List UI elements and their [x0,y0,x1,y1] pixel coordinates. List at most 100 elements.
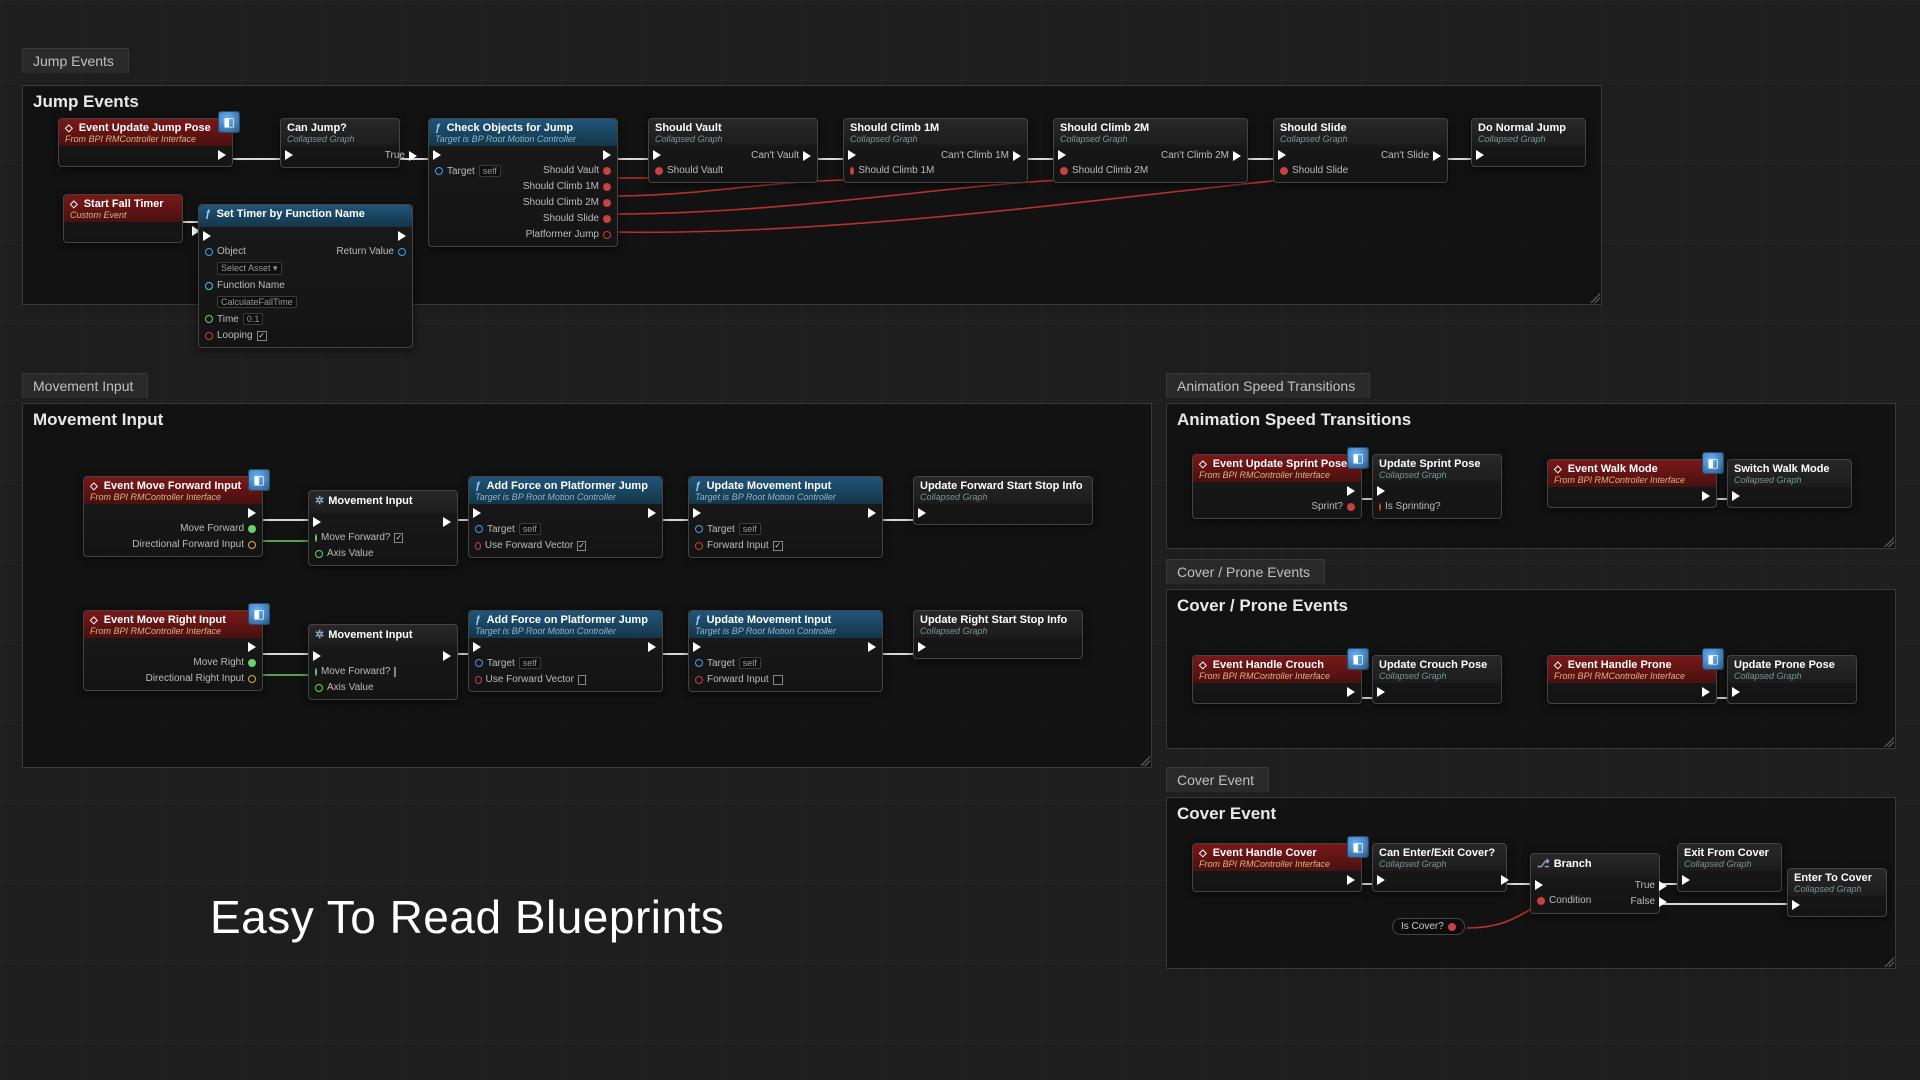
node-should-climb-2m[interactable]: Should Climb 2MCollapsed Graph Should Cl… [1053,118,1248,183]
node-set-timer-by-function-name[interactable]: Set Timer by Function Name Object Select… [198,204,413,348]
node-subtitle: Collapsed Graph [920,626,1074,636]
node-update-crouch-pose[interactable]: Update Crouch PoseCollapsed Graph [1372,655,1502,704]
resize-handle[interactable] [1884,957,1894,967]
node-subtitle: From BPI RMController Interface [90,492,254,502]
pin-label: Can't Climb 1M [941,150,1009,161]
resize-handle[interactable] [1590,293,1600,303]
tab-movement-input[interactable]: Movement Input [22,373,148,398]
node-should-vault[interactable]: Should VaultCollapsed Graph Should Vault… [648,118,818,183]
node-event-handle-crouch[interactable]: Event Handle CrouchFrom BPI RMController… [1192,655,1362,704]
node-title: Update Prone Pose [1734,659,1835,671]
node-enter-to-cover[interactable]: Enter To CoverCollapsed Graph [1787,868,1887,917]
node-subtitle: Collapsed Graph [287,134,391,144]
pin-label: True [1635,880,1655,891]
node-event-handle-cover[interactable]: Event Handle CoverFrom BPI RMController … [1192,843,1362,892]
node-title: Event Walk Mode [1568,463,1658,475]
pin-label: Forward Input [707,674,769,685]
node-exit-from-cover[interactable]: Exit From CoverCollapsed Graph [1677,843,1782,892]
node-event-walk-mode[interactable]: Event Walk ModeFrom BPI RMController Int… [1547,459,1717,508]
checkbox[interactable] [773,675,783,685]
pill-is-cover[interactable]: Is Cover? [1392,918,1465,935]
tab-anim-speed[interactable]: Animation Speed Transitions [1166,373,1370,398]
node-start-fall-timer[interactable]: Start Fall TimerCustom Event [63,194,183,243]
node-update-sprint-pose[interactable]: Update Sprint PoseCollapsed Graph Is Spr… [1372,454,1502,519]
node-event-update-jump-pose[interactable]: Event Update Jump PoseFrom BPI RMControl… [58,118,233,167]
pin-label: Should Vault [667,165,723,176]
node-update-right-startstop[interactable]: Update Right Start Stop InfoCollapsed Gr… [913,610,1083,659]
blueprint-badge-icon [1702,648,1724,670]
node-should-climb-1m[interactable]: Should Climb 1MCollapsed Graph Should Cl… [843,118,1028,183]
node-can-enter-exit-cover[interactable]: Can Enter/Exit Cover?Collapsed Graph [1372,843,1507,892]
pin-label: Should Slide [1292,165,1348,176]
node-update-prone-pose[interactable]: Update Prone PoseCollapsed Graph [1727,655,1857,704]
node-title: Update Sprint Pose [1379,458,1480,470]
node-update-movement-input-2[interactable]: Update Movement InputTarget is BP Root M… [688,610,883,692]
node-subtitle: Collapsed Graph [920,492,1084,502]
pin-label: False [1631,896,1655,907]
node-check-objects-for-jump[interactable]: Check Objects for JumpTarget is BP Root … [428,118,618,247]
node-event-move-right-input[interactable]: Event Move Right InputFrom BPI RMControl… [83,610,263,691]
node-title: Add Force on Platformer Jump [487,480,648,492]
pin-label: Should Vault [543,165,599,176]
node-title: Update Forward Start Stop Info [920,480,1083,492]
pin-label: Should Slide [543,213,599,224]
resize-handle[interactable] [1884,537,1894,547]
node-subtitle: Target is BP Root Motion Controller [435,134,609,144]
pin-label: Move Forward? [321,532,390,543]
node-should-slide[interactable]: Should SlideCollapsed Graph Should Slide… [1273,118,1448,183]
node-branch[interactable]: ⎇Branch Condition True False [1530,853,1660,914]
pin-value[interactable]: Select Asset ▾ [217,262,282,275]
pin-label: Target [707,658,735,669]
pin-value[interactable]: CalculateFallTime [217,296,297,308]
pin-label: Can't Slide [1381,150,1429,161]
node-update-movement-input-1[interactable]: Update Movement InputTarget is BP Root M… [688,476,883,558]
blueprint-badge-icon [1347,447,1369,469]
node-do-normal-jump[interactable]: Do Normal JumpCollapsed Graph [1471,118,1586,167]
pin-label: Target [487,524,515,535]
resize-handle[interactable] [1884,737,1894,747]
pin-label: Platformer Jump [526,229,599,240]
node-title: Event Move Right Input [104,614,226,626]
node-subtitle: Collapsed Graph [1478,134,1577,144]
resize-handle[interactable] [1140,756,1150,766]
tab-cover-event[interactable]: Cover Event [1166,767,1269,792]
tab-jump-events[interactable]: Jump Events [22,48,129,73]
headline-text: Easy To Read Blueprints [210,890,724,944]
node-can-jump[interactable]: Can Jump?Collapsed Graph True [280,118,400,168]
pin-label: Use Forward Vector [486,674,574,685]
node-event-move-forward-input[interactable]: Event Move Forward InputFrom BPI RMContr… [83,476,263,557]
pin-label: Return Value [336,246,394,257]
node-event-update-sprint-pose[interactable]: Event Update Sprint PoseFrom BPI RMContr… [1192,454,1362,519]
checkbox[interactable] [773,541,783,551]
node-subtitle: From BPI RMController Interface [1199,859,1353,869]
pin-label: Object [217,246,246,257]
section-cover-prone: Cover / Prone Events Event Handle Crouch… [1166,589,1896,749]
blueprint-badge-icon [1702,452,1724,474]
node-title: Event Handle Prone [1568,659,1672,671]
section-anim-speed: Animation Speed Transitions Event Update… [1166,403,1896,549]
checkbox-looping[interactable] [257,331,267,341]
node-add-force-platformer-1[interactable]: Add Force on Platformer JumpTarget is BP… [468,476,663,558]
pill-label: Is Cover? [1401,921,1444,932]
tab-cover-prone[interactable]: Cover / Prone Events [1166,559,1325,584]
node-add-force-platformer-2[interactable]: Add Force on Platformer JumpTarget is BP… [468,610,663,692]
pin-value: self [739,523,761,535]
node-subtitle: From BPI RMController Interface [1554,671,1708,681]
node-subtitle: Target is BP Root Motion Controller [695,492,874,502]
node-movement-input-1[interactable]: ✲Movement Input Move Forward? Axis Value [308,490,458,566]
node-switch-walk-mode[interactable]: Switch Walk ModeCollapsed Graph [1727,459,1852,508]
checkbox[interactable] [578,675,586,685]
pin-value[interactable]: 0.1 [243,313,264,325]
checkbox[interactable] [577,541,586,551]
node-subtitle: Target is BP Root Motion Controller [695,626,874,636]
pin-value: self [479,165,501,177]
pin-label: Axis Value [327,682,374,693]
pin-label: Directional Forward Input [132,539,244,550]
node-update-forward-startstop[interactable]: Update Forward Start Stop InfoCollapsed … [913,476,1093,525]
node-title: Do Normal Jump [1478,122,1566,134]
node-event-handle-prone[interactable]: Event Handle ProneFrom BPI RMController … [1547,655,1717,704]
node-title: Should Climb 2M [1060,122,1149,134]
node-subtitle: Collapsed Graph [1379,671,1493,681]
node-movement-input-2[interactable]: ✲Movement Input Move Forward? Axis Value [308,624,458,700]
node-subtitle: Collapsed Graph [1734,671,1848,681]
